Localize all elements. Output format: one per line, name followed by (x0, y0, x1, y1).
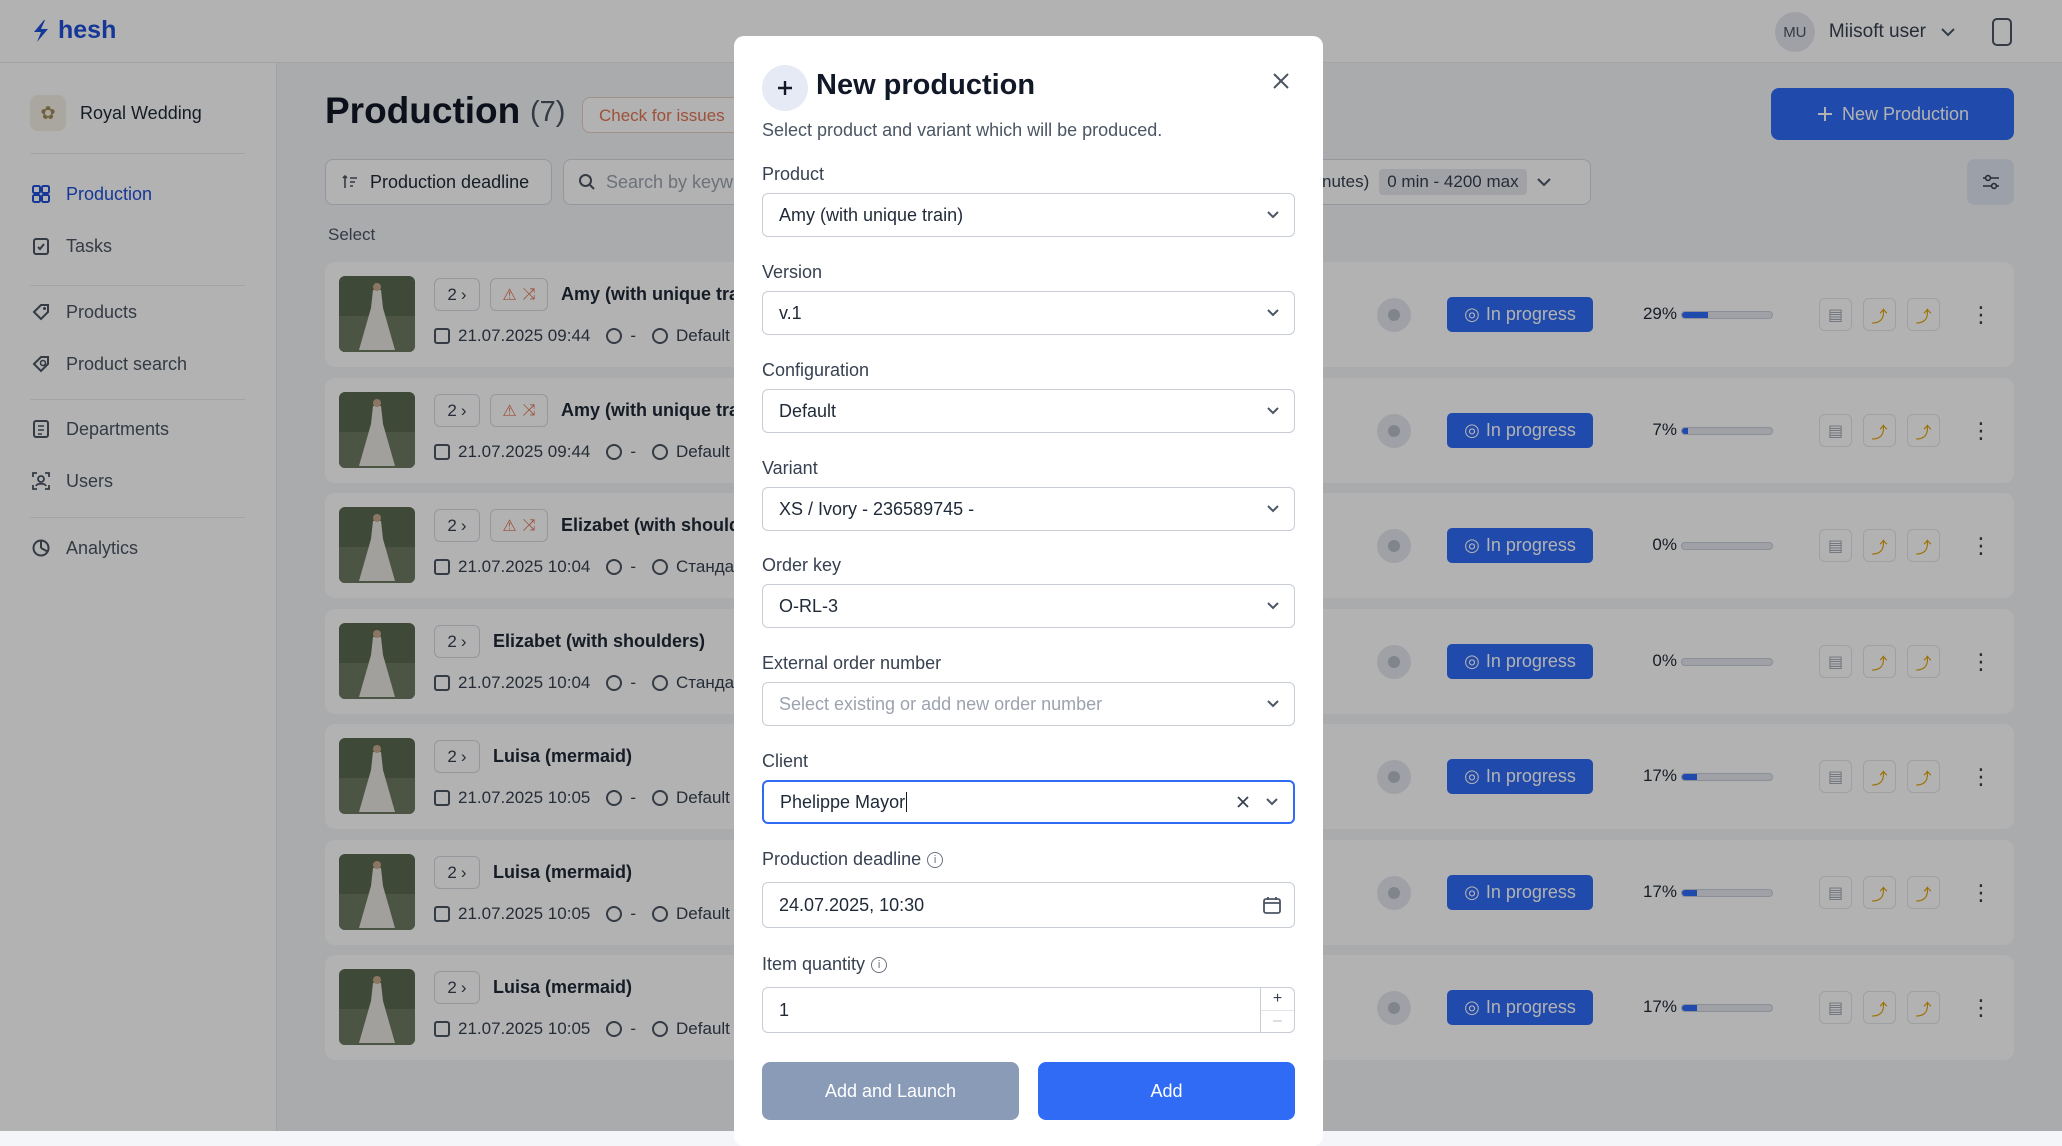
new-production-modal: New production Select product and varian… (734, 36, 1323, 1146)
version-value: v.1 (779, 302, 802, 323)
add-button[interactable]: Add (1038, 1062, 1295, 1120)
chevron-down-icon (1267, 309, 1279, 317)
chevron-down-icon (1267, 602, 1279, 610)
quantity-value: 1 (779, 999, 790, 1020)
chevron-down-icon[interactable] (1265, 795, 1279, 809)
client-value: Phelippe Mayor (780, 791, 906, 812)
calendar-icon[interactable] (1262, 895, 1282, 915)
modal-title: New production (816, 69, 1036, 101)
external-order-select[interactable]: Select existing or add new order number (762, 682, 1295, 726)
variant-select[interactable]: XS / Ivory - 236589745 - (762, 487, 1295, 531)
plus-icon (762, 65, 808, 111)
chevron-down-icon (1267, 407, 1279, 415)
modal-subtitle: Select product and variant which will be… (762, 120, 1163, 140)
deadline-value: 24.07.2025, 10:30 (779, 894, 925, 915)
product-value: Amy (with unique train) (779, 204, 964, 225)
chevron-down-icon (1267, 505, 1279, 513)
close-icon[interactable] (1269, 69, 1293, 93)
deadline-label: Production deadline i (762, 849, 944, 870)
variant-value: XS / Ivory - 236589745 - (779, 498, 975, 519)
configuration-value: Default (779, 400, 837, 421)
variant-label: Variant (762, 458, 818, 478)
clear-icon[interactable] (1235, 794, 1251, 810)
configuration-label: Configuration (762, 360, 870, 380)
stepper-controls: + – (1260, 988, 1294, 1032)
product-label: Product (762, 164, 825, 184)
version-label: Version (762, 262, 823, 282)
order-key-select[interactable]: O-RL-3 (762, 584, 1295, 628)
decrement-icon[interactable]: – (1261, 1009, 1294, 1033)
quantity-label: Item quantity i (762, 954, 888, 975)
client-label: Client (762, 751, 809, 771)
deadline-datepicker[interactable]: 24.07.2025, 10:30 (762, 882, 1295, 928)
order-key-label: Order key (762, 555, 842, 575)
deadline-label-text: Production deadline (762, 849, 922, 869)
quantity-stepper[interactable]: 1 + – (762, 987, 1295, 1033)
order-key-value: O-RL-3 (779, 595, 839, 616)
chevron-down-icon (1267, 211, 1279, 219)
increment-icon[interactable]: + (1261, 988, 1294, 1010)
quantity-label-text: Item quantity (762, 954, 866, 974)
add-and-launch-button[interactable]: Add and Launch (762, 1062, 1019, 1120)
info-icon[interactable]: i (927, 851, 944, 868)
text-cursor (906, 792, 908, 812)
external-order-label: External order number (762, 653, 942, 673)
client-input[interactable]: Phelippe Mayor (762, 780, 1295, 824)
version-select[interactable]: v.1 (762, 291, 1295, 335)
info-icon[interactable]: i (871, 956, 888, 973)
product-select[interactable]: Amy (with unique train) (762, 193, 1295, 237)
chevron-down-icon (1267, 700, 1279, 708)
external-order-placeholder: Select existing or add new order number (779, 693, 1103, 714)
configuration-select[interactable]: Default (762, 389, 1295, 433)
